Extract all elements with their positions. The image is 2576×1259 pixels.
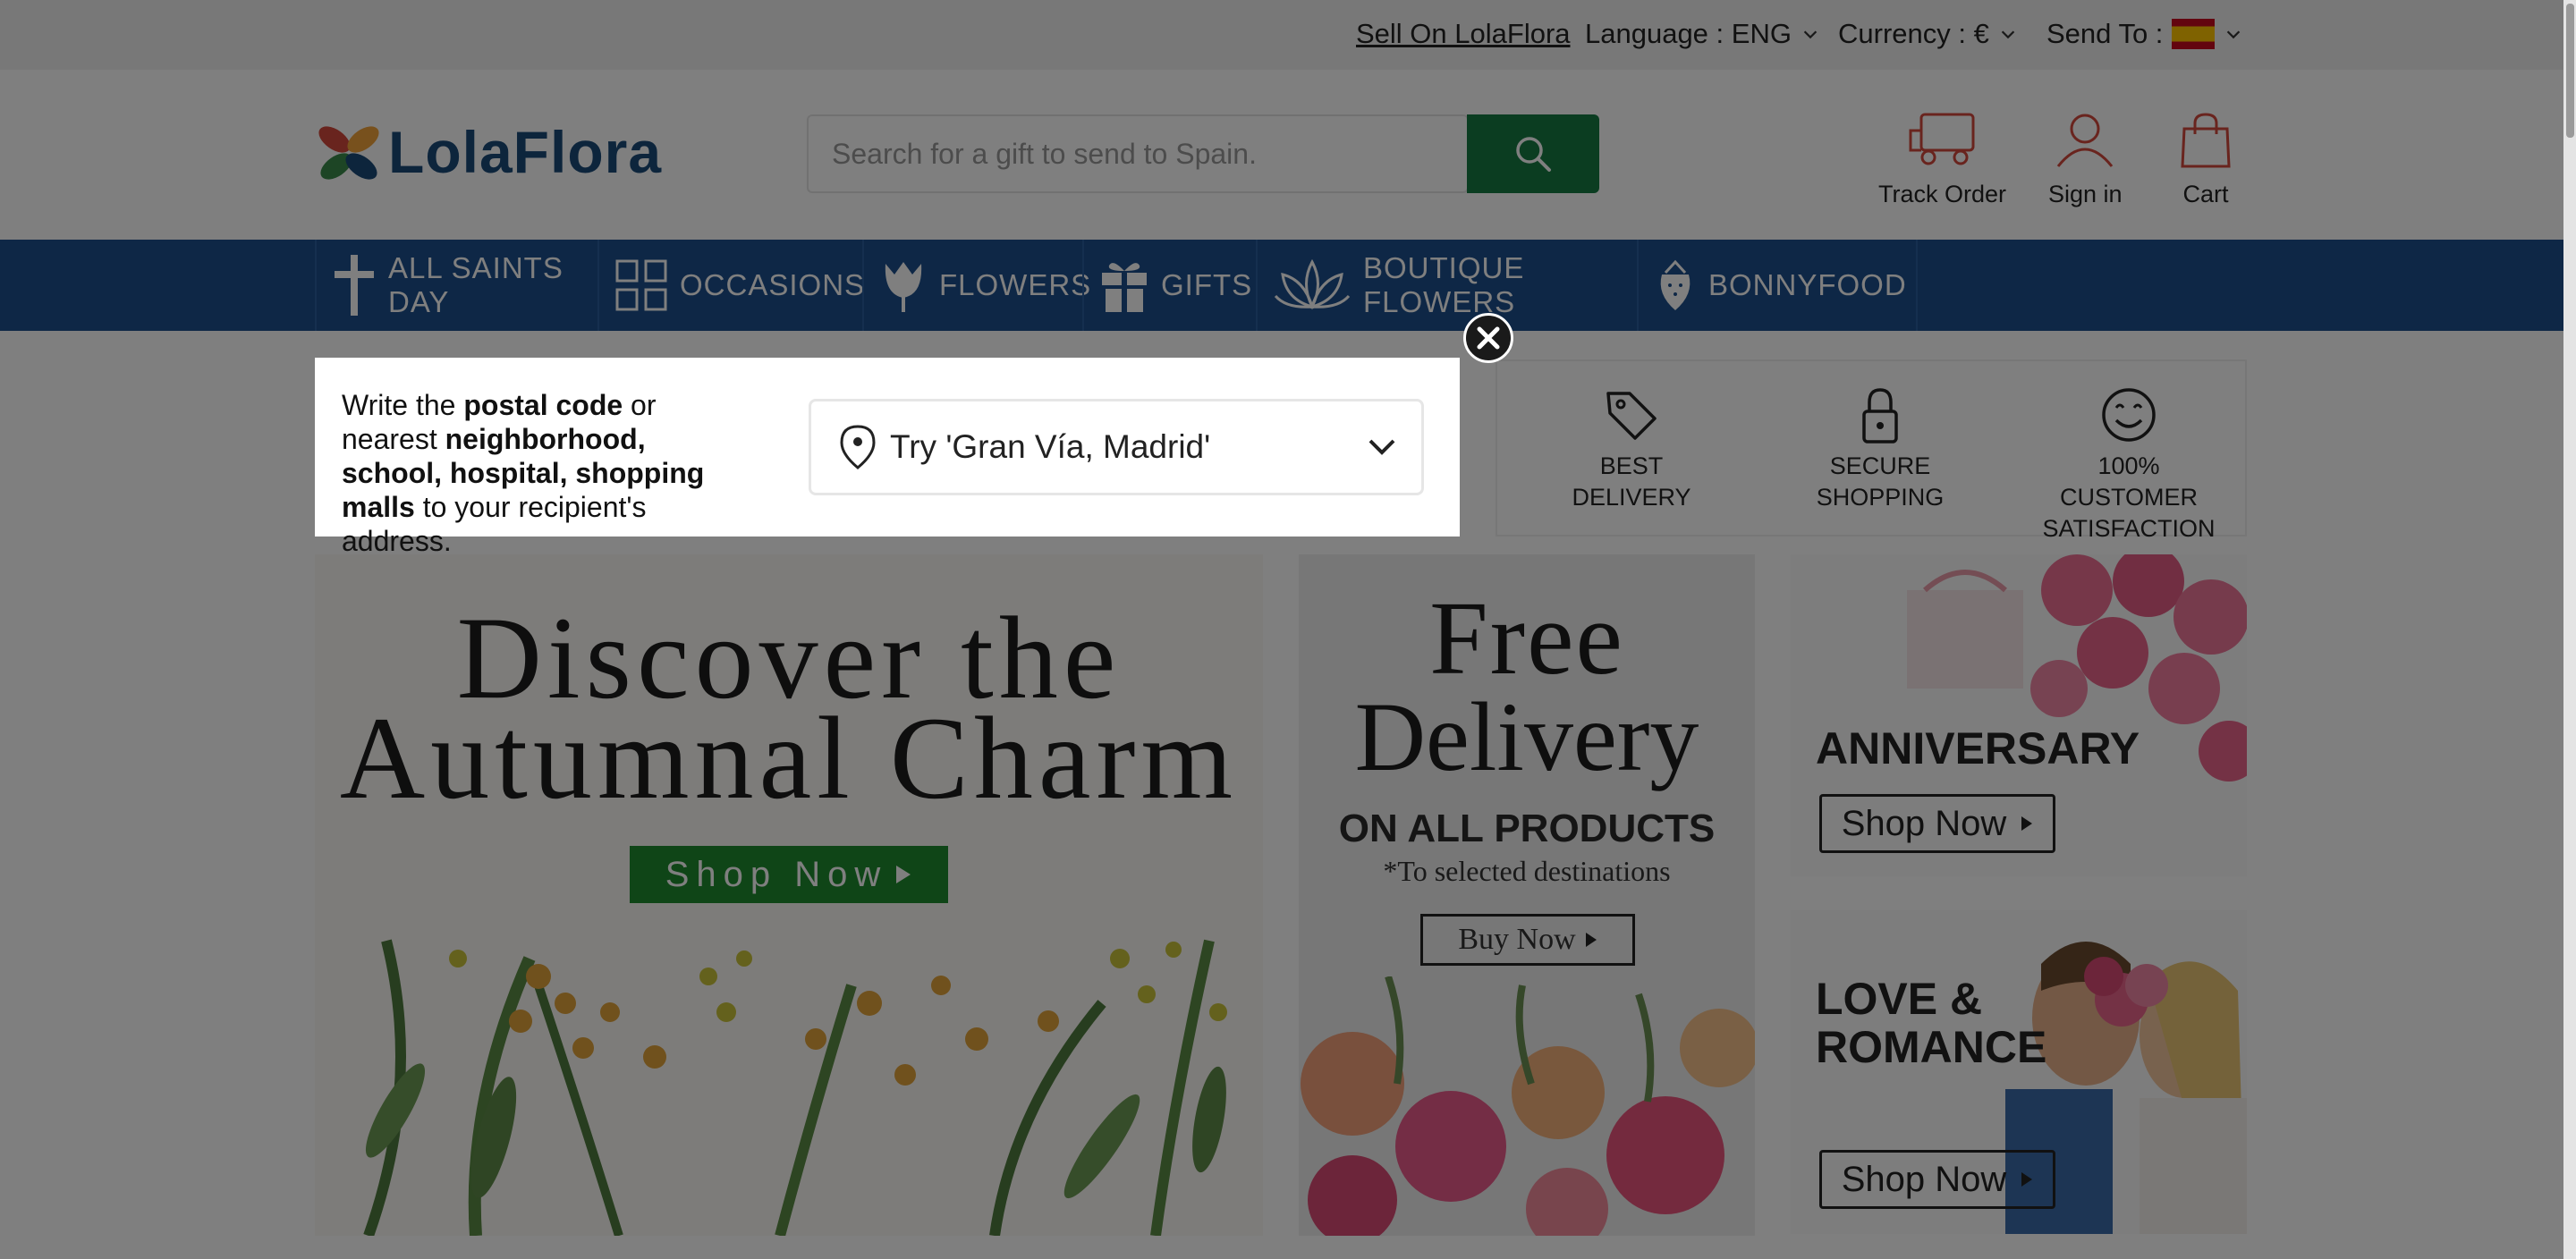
address-instructions: Write the postal code or nearest neighbo… [342, 388, 735, 558]
scrollbar[interactable] [2563, 0, 2576, 1259]
scrollbar-thumb[interactable] [2566, 4, 2574, 138]
modal-overlay[interactable] [0, 0, 2576, 1259]
address-select-value: Try 'Gran Vía, Madrid' [890, 428, 1211, 465]
instr-bold-1: postal code [463, 389, 623, 421]
instr-text-1: Write the [342, 389, 464, 421]
address-select[interactable]: Try 'Gran Vía, Madrid' [809, 399, 1424, 495]
location-pin-icon [840, 425, 876, 469]
close-popup-button[interactable] [1463, 313, 1513, 363]
address-popup: Write the postal code or nearest neighbo… [315, 358, 1460, 557]
chevron-down-icon [1368, 439, 1395, 455]
close-icon [1477, 326, 1500, 350]
